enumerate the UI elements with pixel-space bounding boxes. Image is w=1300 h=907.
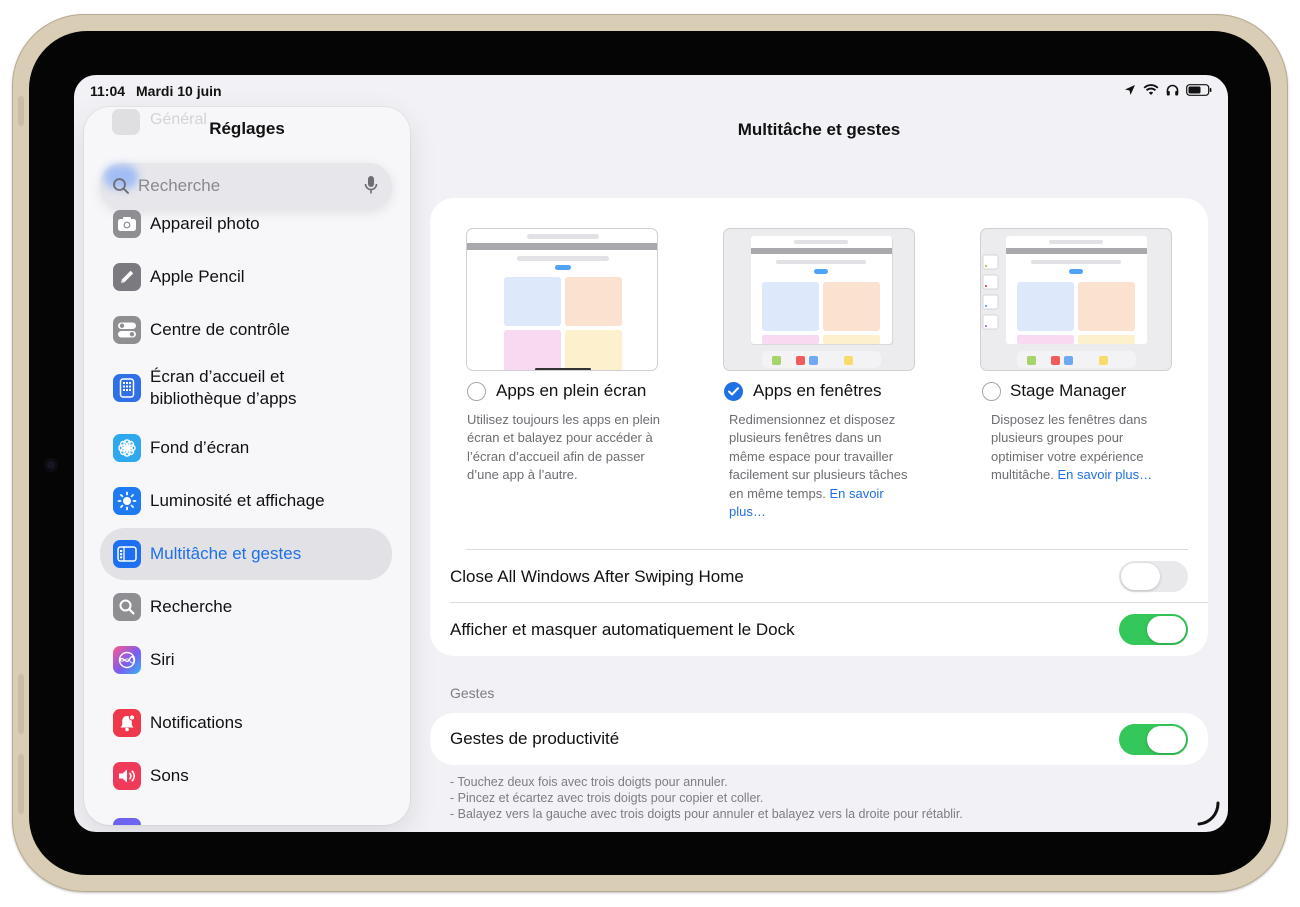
microphone-icon[interactable] — [364, 175, 378, 200]
sidebar: Général Réglages Recherche Appareil phot… — [84, 107, 410, 825]
sidebar-item-label: Fond d’écran — [150, 438, 250, 457]
sidebar-title: Réglages — [209, 119, 285, 138]
volume-down-button — [18, 754, 24, 814]
multitasking-icon — [113, 540, 141, 568]
fullscreen-radio[interactable] — [467, 382, 486, 401]
sidebar-item-label: Siri — [150, 650, 175, 669]
flower-icon — [113, 434, 141, 462]
sun-icon — [113, 487, 141, 515]
sidebar-item-label: Appareil photo — [150, 214, 260, 233]
mode-desc-fullscreen: Utilisez toujours les apps en plein écra… — [467, 411, 663, 485]
divider — [450, 602, 1208, 603]
mode-desc-stage-manager: Disposez les fenêtres dans plusieurs gro… — [991, 411, 1171, 485]
status-time: 11:04 — [90, 83, 126, 99]
learn-more-link[interactable]: En savoir plus… — [1058, 467, 1153, 482]
sidebar-item-search[interactable]: Recherche — [100, 582, 392, 632]
footnote-line: - Touchez deux fois avec trois doigts po… — [450, 775, 728, 789]
auto-hide-dock-toggle[interactable] — [1119, 614, 1188, 645]
front-camera — [44, 458, 58, 472]
checkmark-icon — [728, 383, 739, 401]
sidebar-item-camera[interactable]: Appareil photo — [100, 199, 392, 249]
sidebar-item-label: Centre de contrôle — [150, 320, 290, 339]
windowed-apps-radio[interactable] — [724, 382, 743, 401]
sidebar-item-label: Recherche — [150, 597, 233, 616]
sidebar-item-label: Multitâche et gestes — [150, 544, 302, 563]
mode-label-windowed[interactable]: Apps en fenêtres — [753, 381, 882, 401]
sidebar-item-wallpaper[interactable]: Fond d’écran — [100, 423, 392, 473]
toggle-knob — [1147, 616, 1186, 643]
sidebar-item-sounds[interactable]: Sons — [100, 751, 392, 801]
sidebar-item-display[interactable]: Luminosité et affichage — [100, 476, 392, 526]
sidebar-item-notifications[interactable]: Notifications — [100, 698, 392, 748]
resize-corner-icon[interactable] — [1196, 801, 1222, 832]
sidebar-item-siri[interactable]: Siri — [100, 635, 392, 685]
search-icon — [113, 593, 141, 621]
top-button — [18, 96, 24, 126]
location-arrow-icon — [1124, 83, 1136, 101]
wifi-icon — [1143, 83, 1159, 101]
sidebar-item-multitasking[interactable]: Multitâche et gestes — [100, 528, 392, 580]
headphones-icon — [1166, 83, 1179, 101]
toggle-knob — [1121, 563, 1160, 590]
pencil-icon — [113, 263, 141, 291]
fullscreen-preview[interactable] — [466, 228, 658, 371]
speaker-icon — [113, 762, 141, 790]
search-icon — [112, 177, 130, 200]
screen: 11:04 Mardi 10 juin Général Réglages Rec… — [74, 75, 1228, 832]
sidebar-item-apple-pencil[interactable]: Apple Pencil — [100, 252, 392, 302]
multitasking-modes-card: Apps en plein écran Utilisez toujours le… — [430, 198, 1208, 656]
camera-icon — [113, 210, 141, 238]
sidebar-item-label: Apple Pencil — [150, 267, 245, 286]
siri-icon — [113, 646, 141, 674]
sidebar-item-control-center[interactable]: Centre de contrôle — [100, 305, 392, 355]
page-title: Multitâche et gestes — [737, 120, 901, 139]
productivity-gestures-label: Gestes de productivité — [450, 729, 620, 748]
mode-desc-windowed: Redimensionnez et disposez plusieurs fen… — [729, 411, 911, 521]
search-placeholder: Recherche — [138, 176, 221, 195]
status-date: Mardi 10 juin — [136, 83, 222, 99]
footnote-line: - Balayez vers la gauche avec trois doig… — [450, 807, 963, 821]
productivity-gestures-toggle[interactable] — [1119, 724, 1188, 755]
mode-label-fullscreen[interactable]: Apps en plein écran — [496, 381, 646, 401]
control-center-icon — [113, 316, 141, 344]
sidebar-item-partial[interactable] — [100, 807, 392, 825]
divider — [466, 549, 1188, 550]
section-header-gestures: Gestes — [450, 685, 495, 701]
sidebar-item-label: Luminosité et affichage — [150, 491, 325, 510]
sidebar-item-label: Notifications — [150, 713, 243, 732]
toggle-knob — [1147, 726, 1186, 753]
windowed-apps-preview[interactable] — [723, 228, 915, 371]
footnote-line: - Pincez et écartez avec trois doigts po… — [450, 791, 764, 805]
bell-icon — [113, 709, 141, 737]
auto-hide-dock-label: Afficher et masquer automatiquement le D… — [450, 620, 795, 639]
partial-icon — [113, 818, 141, 825]
close-windows-toggle[interactable] — [1119, 561, 1188, 592]
close-windows-label: Close All Windows After Swiping Home — [450, 567, 744, 586]
mode-label-stage-manager[interactable]: Stage Manager — [1010, 381, 1126, 401]
battery-icon — [1186, 83, 1212, 101]
stage-manager-preview[interactable] — [980, 228, 1172, 371]
stage-manager-radio[interactable] — [982, 382, 1001, 401]
status-icons — [1124, 83, 1212, 101]
mode-desc-text: Utilisez toujours les apps en plein écra… — [467, 412, 660, 483]
home-screen-icon — [113, 374, 141, 402]
volume-up-button — [18, 674, 24, 734]
sidebar-item-label: Sons — [150, 766, 189, 785]
gestures-card: Gestes de productivité — [430, 713, 1208, 765]
sidebar-item-home-screen[interactable]: Écran d’accueil et bibliothèque d’apps — [100, 358, 392, 418]
sidebar-item-label: Écran d’accueil et bibliothèque d’apps — [150, 367, 297, 408]
